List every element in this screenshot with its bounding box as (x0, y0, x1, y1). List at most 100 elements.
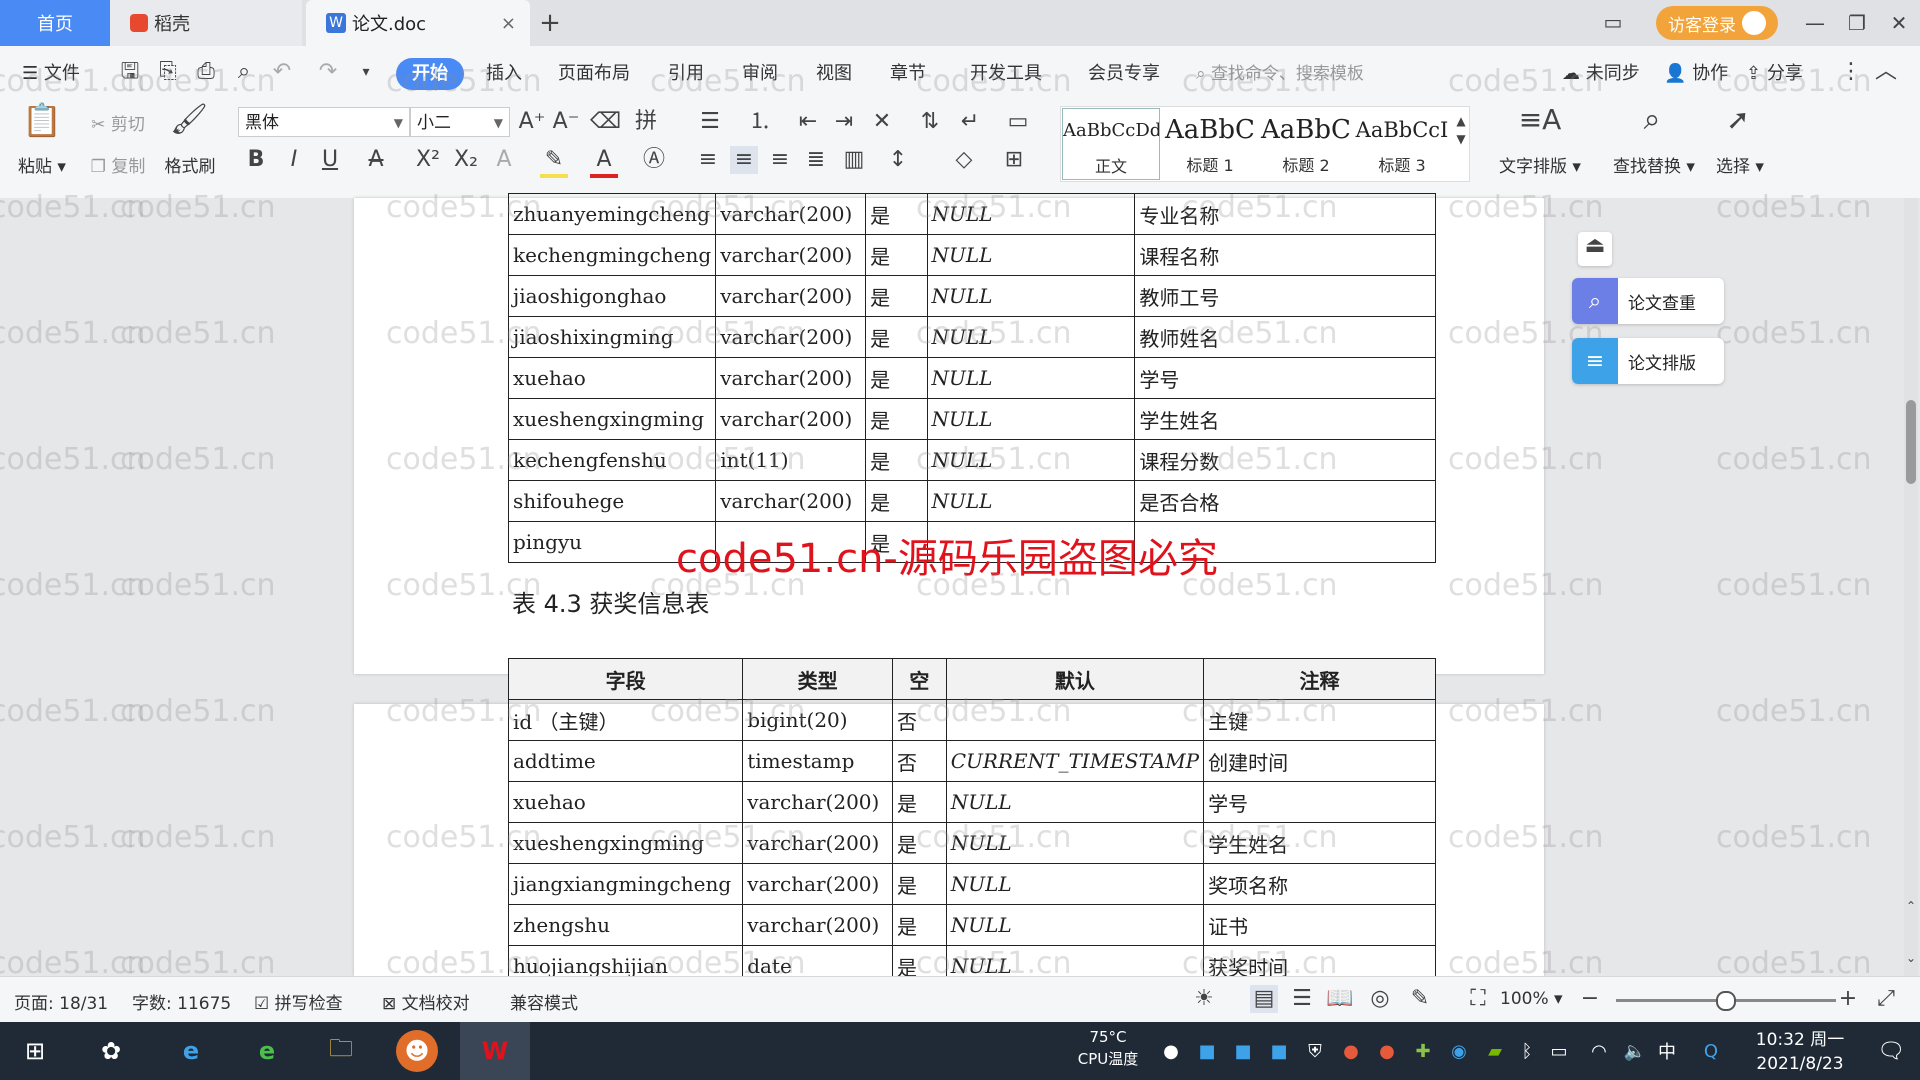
zoom-in-icon[interactable]: + (1834, 985, 1862, 1013)
page-view-icon[interactable]: ▤ (1250, 985, 1278, 1013)
font-color-icon[interactable]: A (590, 146, 618, 178)
read-view-icon[interactable]: 📖 (1326, 985, 1354, 1013)
restore-icon[interactable]: ❐ (1840, 8, 1874, 38)
more-icon[interactable]: ⋮ (1840, 58, 1862, 86)
menu-devtools[interactable]: 开发工具 (970, 58, 1042, 90)
highlight-icon[interactable]: ✎ (540, 146, 568, 178)
strikethrough-icon[interactable]: A (362, 146, 390, 174)
ruler-icon[interactable]: ▭ (1004, 108, 1032, 136)
select-button[interactable]: 选择 ▾ (1710, 152, 1770, 177)
collapse-panel-icon[interactable]: ⏏ (1578, 232, 1612, 266)
export-icon[interactable]: ⎘ (154, 58, 182, 86)
shrink-font-icon[interactable]: A⁻ (552, 108, 580, 136)
zoom-select[interactable]: 100% ▾ (1500, 989, 1563, 1009)
write-view-icon[interactable]: ✎ (1406, 985, 1434, 1013)
style-heading-3[interactable]: AaBbCcI 标题 3 (1354, 108, 1450, 178)
italic-icon[interactable]: I (280, 146, 308, 174)
cut-button[interactable]: ✂ 剪切 (80, 110, 156, 135)
spell-check-button[interactable]: ☑ 拼写检查 (254, 989, 343, 1014)
word-count[interactable]: 字数: 11675 (132, 989, 231, 1014)
tab-document[interactable]: W 论文.doc × (306, 0, 530, 46)
vertical-scrollbar[interactable] (1904, 198, 1918, 976)
superscript-icon[interactable]: X² (412, 146, 444, 174)
style-heading-2[interactable]: AaBbC 标题 2 (1258, 108, 1354, 178)
menu-view[interactable]: 视图 (816, 58, 852, 90)
chinese-layout-icon[interactable]: ✕ (868, 108, 896, 136)
cpu-temp-widget[interactable]: 75°C CPU温度 (1068, 1026, 1148, 1070)
copy-button[interactable]: ❐ 复制 (80, 152, 156, 177)
visitor-login-button[interactable]: 访客登录 (1656, 6, 1778, 40)
wps-taskbar-icon[interactable]: W (460, 1022, 530, 1080)
text-effect-icon[interactable]: A (490, 146, 518, 174)
close-window-icon[interactable]: ✕ (1882, 8, 1916, 38)
paper-check-button[interactable]: ⌕ 论文查重 (1572, 278, 1724, 324)
menu-layout[interactable]: 页面布局 (558, 58, 630, 90)
page-indicator[interactable]: 页面: 18/31 (14, 989, 108, 1014)
battery-icon[interactable]: ▭ (1538, 1030, 1580, 1072)
print-preview-icon[interactable]: ⌕ (230, 58, 258, 86)
windows-start-icon[interactable]: ⊞ (14, 1030, 56, 1072)
grow-font-icon[interactable]: A⁺ (518, 108, 546, 136)
align-right-icon[interactable]: ≡ (766, 146, 794, 174)
show-marks-icon[interactable]: ↵ (956, 108, 984, 136)
tab-daoke[interactable]: 稻壳 (110, 0, 302, 46)
scrollbar-thumb[interactable] (1906, 400, 1916, 484)
new-tab-button[interactable]: + (530, 0, 570, 46)
command-search-input[interactable]: ⌕ 查找命令、搜索模板 (1196, 58, 1364, 90)
text-layout-button[interactable]: 文字排版 ▾ (1492, 152, 1588, 177)
justify-icon[interactable]: ≣ (802, 146, 830, 174)
sort-icon[interactable]: ⇅ (916, 108, 944, 136)
paper-format-button[interactable]: ≡ 论文排版 (1572, 338, 1724, 384)
menu-chapter[interactable]: 章节 (890, 58, 926, 90)
print-icon[interactable]: ⎙ (192, 58, 220, 86)
menu-start[interactable]: 开始 (396, 58, 464, 90)
sync-status[interactable]: ☁ 未同步 (1562, 58, 1640, 90)
collab-button[interactable]: 👤 协作 (1664, 58, 1728, 90)
increase-indent-icon[interactable]: ⇥ (830, 108, 858, 136)
align-center-icon[interactable]: ≡ (730, 146, 758, 174)
window-layout-icon[interactable]: ▭ (1598, 8, 1628, 36)
minimize-icon[interactable]: — (1798, 8, 1832, 38)
fit-page-icon[interactable]: ⛶ (1464, 985, 1492, 1013)
save-icon[interactable]: 🖫 (116, 58, 144, 86)
zoom-out-icon[interactable]: − (1576, 985, 1604, 1013)
borders-icon[interactable]: ⊞ (1000, 146, 1028, 174)
menu-file[interactable]: ☰ 文件 (22, 58, 80, 90)
format-painter-icon[interactable]: 🖌 (170, 105, 208, 146)
outline-view-icon[interactable]: ☰ (1288, 985, 1316, 1013)
underline-icon[interactable]: U (316, 146, 344, 174)
undo-icon[interactable]: ↶ (268, 58, 296, 86)
clear-format-icon[interactable]: ⌫ (590, 108, 621, 136)
style-heading-1[interactable]: AaBbC 标题 1 (1162, 108, 1258, 178)
font-name-select[interactable]: 黑体 ▼ (238, 107, 410, 137)
decrease-indent-icon[interactable]: ⇤ (794, 108, 822, 136)
web-view-icon[interactable]: ◎ (1366, 985, 1394, 1013)
magnifier-icon[interactable]: ⌕ (1630, 105, 1674, 146)
paste-button[interactable]: 粘贴 ▾ (14, 152, 70, 177)
paste-icon[interactable]: 📋 (20, 104, 64, 146)
find-replace-button[interactable]: 查找替换 ▾ (1606, 152, 1702, 177)
text-layout-icon[interactable]: ≡A (1518, 106, 1562, 146)
tab-home[interactable]: 首页 (0, 0, 110, 46)
format-painter-button[interactable]: 格式刷 (160, 152, 220, 177)
quick-access-dropdown-icon[interactable]: ▾ (356, 58, 376, 86)
phonetic-icon[interactable]: 拼 (628, 108, 664, 136)
ime-app-icon[interactable]: Q (1690, 1030, 1732, 1072)
subscript-icon[interactable]: X₂ (450, 146, 482, 174)
doc-proof-button[interactable]: ⊠ 文档校对 (382, 989, 470, 1014)
style-scroll-icon[interactable]: ▲ ▼ (1452, 112, 1470, 148)
game-app-icon[interactable]: ☻ (396, 1030, 438, 1072)
bullet-list-icon[interactable]: ☰ (694, 108, 726, 136)
notification-icon[interactable]: 🗨 (1870, 1030, 1912, 1072)
pointer-icon[interactable]: ➚ (1716, 106, 1760, 146)
prev-page-icon[interactable]: ⌃ (1902, 892, 1920, 920)
numbered-list-icon[interactable]: ⒈ (744, 108, 776, 136)
shading-icon[interactable]: ◇ (950, 146, 978, 174)
distribute-icon[interactable]: ▥ (840, 146, 868, 174)
eye-protection-icon[interactable]: ☀ (1190, 985, 1218, 1013)
360-browser-icon[interactable]: e (246, 1030, 288, 1072)
pinwheel-app-icon[interactable]: ✿ (90, 1030, 132, 1072)
ime-indicator[interactable]: 中 (1646, 1030, 1688, 1072)
clock[interactable]: 10:32 周一 2021/8/23 (1740, 1028, 1860, 1076)
menu-member[interactable]: 会员专享 (1088, 58, 1160, 90)
